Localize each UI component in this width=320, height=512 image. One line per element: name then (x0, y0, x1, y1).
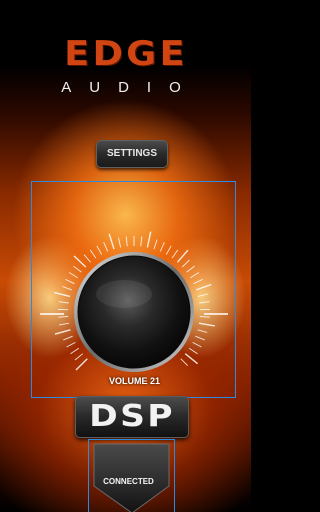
edge-audio-logo: EDGE AUDIO (0, 30, 251, 102)
volume-tick (118, 237, 122, 248)
volume-tick (68, 272, 78, 279)
volume-tick (165, 245, 172, 255)
volume-tick (176, 249, 189, 263)
volume-tick (153, 239, 158, 250)
volume-readout: VOLUME 21 (108, 376, 160, 386)
volume-tick (73, 265, 82, 273)
volume-tick (73, 255, 87, 268)
volume-tick (197, 329, 208, 333)
connected-status-text: CONNECTED (103, 477, 154, 486)
volume-tick (199, 316, 210, 318)
volume-tick (195, 283, 212, 291)
volume-tick (59, 322, 70, 326)
volume-tick (58, 316, 69, 318)
app-screen: EDGE AUDIO SETTINGS VOLUME 21 DSP CONNEC… (0, 0, 251, 512)
volume-tick (83, 254, 91, 263)
volume-tick (89, 249, 97, 259)
volume-tick (54, 329, 71, 335)
dsp-button-label: DSP (89, 399, 175, 434)
volume-dial[interactable] (32, 182, 237, 399)
volume-tick (188, 347, 198, 355)
volume-tick (159, 242, 165, 252)
volume-tick (198, 322, 215, 327)
dsp-button[interactable]: DSP (75, 396, 189, 438)
volume-tick (125, 236, 128, 247)
volume-tick (146, 231, 152, 248)
volume-control[interactable]: VOLUME 21 (31, 181, 236, 398)
connection-status-panel[interactable]: CONNECTED (88, 439, 175, 512)
volume-tick (66, 342, 76, 348)
volume-tick (54, 291, 71, 298)
volume-tick (70, 347, 80, 355)
volume-tick (65, 278, 75, 285)
volume-tick (184, 353, 199, 365)
volume-tick (96, 245, 103, 255)
knob-highlight (96, 280, 152, 308)
volume-tick (75, 358, 88, 371)
volume-tick (74, 353, 84, 361)
volume-tick (58, 301, 69, 304)
settings-button[interactable]: SETTINGS (96, 140, 168, 168)
volume-knob[interactable] (77, 255, 191, 369)
volume-tick (108, 233, 115, 250)
volume-tick (171, 249, 179, 259)
volume-tick (195, 335, 205, 341)
logo-edge-text: EDGE (64, 34, 188, 74)
volume-tick (190, 272, 200, 279)
volume-tick (181, 259, 190, 268)
volume-tick (63, 335, 73, 341)
logo-audio-text: AUDIO (61, 79, 199, 96)
volume-tick (193, 278, 203, 285)
volume-tick (192, 342, 202, 348)
volume-tick (199, 301, 210, 304)
volume-tick (140, 236, 143, 247)
volume-tick (180, 358, 189, 367)
volume-tick (62, 286, 72, 291)
volume-tick (197, 293, 208, 297)
volume-tick (186, 265, 195, 273)
volume-tick (103, 242, 109, 252)
